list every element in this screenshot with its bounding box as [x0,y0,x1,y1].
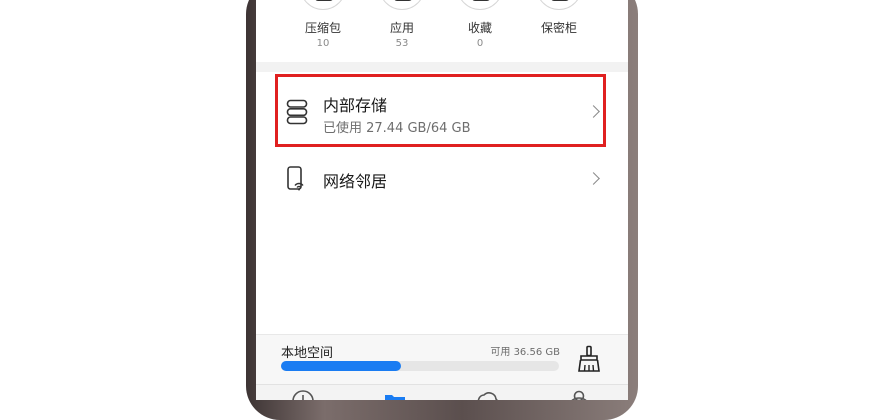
apps-icon [379,0,425,10]
cloud-icon[interactable] [474,389,500,400]
category-count: 0 [476,38,484,49]
category-label: 压缩包 [304,21,341,35]
profile-icon[interactable] [566,389,592,400]
category-count: 10 [316,38,330,49]
category-label: 收藏 [467,21,492,35]
file-manager-screen: 压缩包 10 应用 53 收藏 0 保密柜 内部存储 已使用 27.44 GB/… [256,0,628,400]
row-title: 网络邻居 [323,172,388,191]
broom-clean-icon[interactable] [576,345,602,373]
bottom-tab-bar [256,384,628,400]
network-phone-icon [287,166,304,191]
local-space-panel[interactable]: 本地空间 可用 36.56 GB [256,334,628,385]
category-safe[interactable]: 保密柜 [520,0,598,62]
available-space: 可用 36.56 GB [490,347,560,358]
network-neighbors-row[interactable]: 网络邻居 [256,150,628,206]
category-archives[interactable]: 压缩包 10 [284,0,362,62]
recent-clock-icon[interactable] [290,389,316,400]
internal-storage-row[interactable]: 内部存储 已使用 27.44 GB/64 GB [256,72,628,150]
category-apps[interactable]: 应用 53 [363,0,441,62]
favorites-icon [457,0,503,10]
browse-folder-icon[interactable] [382,389,408,400]
row-title: 内部存储 [323,96,388,115]
category-count: 53 [395,38,409,49]
archive-icon [300,0,346,10]
category-favorites[interactable]: 收藏 0 [441,0,519,62]
category-label: 保密柜 [540,21,577,35]
storage-icon [286,99,308,125]
chevron-right-icon [587,172,600,185]
section-divider [256,62,628,72]
row-subtitle: 已使用 27.44 GB/64 GB [323,121,471,136]
chevron-right-icon [587,105,600,118]
category-row: 压缩包 10 应用 53 收藏 0 保密柜 [256,0,628,62]
storage-list: 内部存储 已使用 27.44 GB/64 GB 网络邻居 [256,72,628,334]
storage-progress-fill [281,361,401,371]
category-label: 应用 [389,21,414,35]
storage-progress-bar [281,361,559,371]
local-space-title: 本地空间 [281,346,334,361]
safe-icon [536,0,582,10]
